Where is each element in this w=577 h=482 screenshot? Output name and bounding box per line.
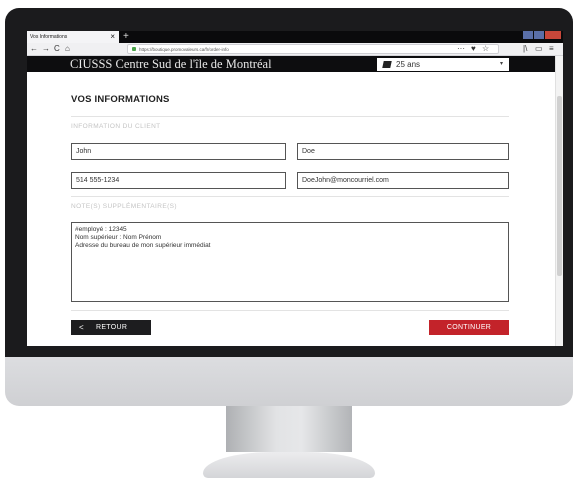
scrollbar-thumb[interactable] [557, 96, 562, 276]
phone-field[interactable]: 514 555-1234 [71, 172, 286, 189]
library-icon[interactable]: |\ [523, 44, 527, 54]
minimize-button[interactable] [523, 31, 533, 39]
screen: Vos Informations × + ← → C ⌂ https://bou… [27, 31, 563, 346]
note-line: Nom supérieur : Nom Prénom [75, 234, 162, 241]
monitor-stand-neck [226, 406, 352, 452]
window-controls [523, 31, 561, 39]
chevron-down-icon: ▾ [499, 61, 503, 67]
pocket-icon[interactable]: ♥ [471, 44, 476, 54]
chevron-left-icon: < [79, 323, 84, 332]
age-select[interactable]: 25 ans ▾ [377, 58, 509, 71]
back-button[interactable]: < RETOUR [71, 320, 151, 335]
page-title: VOS INFORMATIONS [71, 94, 170, 105]
close-window-button[interactable] [545, 31, 561, 39]
imac-monitor: Vos Informations × + ← → C ⌂ https://bou… [5, 8, 573, 406]
browser-tab[interactable]: Vos Informations × [27, 31, 119, 43]
note-line: #employé : 12345 [75, 226, 127, 233]
first-name-field[interactable]: John [71, 143, 286, 160]
tab-bar: Vos Informations × + [27, 31, 563, 43]
tab-title: Vos Informations [30, 34, 68, 40]
url-text: https://boutique.promovaleurs.ca/fr/orde… [139, 46, 229, 52]
forward-arrow-icon[interactable]: → [42, 44, 50, 54]
monitor-stand-base [203, 452, 375, 478]
section-label-client: INFORMATION DU CLIENT [71, 123, 161, 130]
reload-icon[interactable]: C [54, 44, 60, 54]
divider [71, 310, 509, 311]
tab-close-icon[interactable]: × [110, 32, 115, 42]
last-name-field[interactable]: Doe [297, 143, 509, 160]
monitor-chin [5, 357, 573, 406]
bookmark-star-icon[interactable]: ☆ [482, 44, 489, 54]
maximize-button[interactable] [534, 31, 544, 39]
continue-button-label: CONTINUER [446, 324, 492, 331]
hamburger-menu-icon[interactable]: ≡ [549, 44, 554, 54]
continue-button[interactable]: CONTINUER [429, 320, 509, 335]
stage: Vos Informations × + ← → C ⌂ https://bou… [0, 0, 577, 482]
brand-name[interactable]: CIUSSS Centre Sud de l'île de Montréal [70, 57, 272, 72]
email-field[interactable]: DoeJohn@moncourriel.com [297, 172, 509, 189]
lock-icon [132, 47, 136, 51]
vertical-scrollbar[interactable] [555, 56, 563, 346]
notes-textarea[interactable]: #employé : 12345 Nom supérieur : Nom Pré… [71, 222, 509, 302]
nav-bar: ← → C ⌂ https://boutique.promovaleurs.ca… [27, 43, 563, 56]
divider [71, 196, 509, 197]
sidebar-icon[interactable]: ▭ [535, 44, 543, 54]
book-icon [382, 61, 392, 68]
divider [71, 116, 509, 117]
section-label-notes: NOTE(S) SUPPLÉMENTAIRE(S) [71, 203, 177, 210]
site-header: CIUSSS Centre Sud de l'île de Montréal 2… [27, 56, 555, 72]
page-actions-icon[interactable]: ··· [457, 44, 465, 54]
back-button-label: RETOUR [95, 324, 128, 331]
url-bar[interactable]: https://boutique.promovaleurs.ca/fr/orde… [127, 44, 499, 54]
new-tab-icon[interactable]: + [123, 31, 129, 43]
back-arrow-icon[interactable]: ← [30, 44, 38, 54]
note-line: Adresse du bureau de mon supérieur imméd… [75, 242, 211, 249]
age-select-value: 25 ans [396, 60, 421, 69]
home-icon[interactable]: ⌂ [65, 44, 70, 54]
